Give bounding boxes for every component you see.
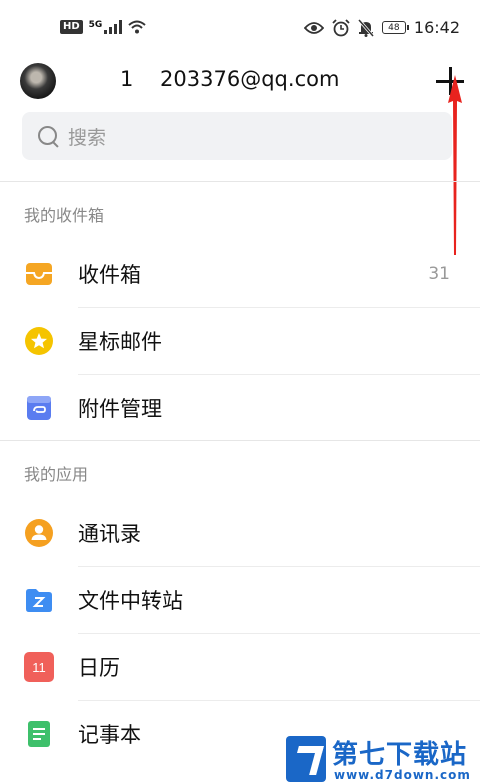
calendar-icon: 11 [24, 652, 54, 682]
avatar[interactable] [20, 63, 56, 99]
star-icon [25, 327, 53, 355]
list-item-file-transfer[interactable]: 文件中转站 [0, 567, 480, 633]
list-item-label: 星标邮件 [78, 330, 162, 354]
unread-count: 31 [428, 264, 450, 284]
signal-icon [104, 20, 123, 34]
list-item-label: 附件管理 [78, 397, 162, 421]
status-bar: HD 5G 48 16:42 [0, 0, 480, 50]
contacts-icon [25, 519, 53, 547]
search-bar[interactable]: 搜索 [22, 112, 452, 160]
inbox-icon [26, 263, 52, 285]
watermark-url: www.d7down.com [334, 768, 471, 782]
hd-icon: HD [60, 20, 83, 34]
search-placeholder: 搜索 [68, 126, 107, 149]
calendar-badge: 11 [32, 659, 46, 675]
account-email[interactable]: 1 203376@qq.com [120, 67, 339, 91]
search-icon [36, 124, 60, 148]
list-item-contacts[interactable]: 通讯录 [0, 500, 480, 566]
status-right: 48 16:42 [303, 18, 460, 37]
list-item-starred[interactable]: 星标邮件 [0, 308, 480, 374]
status-left: HD 5G [60, 20, 146, 34]
watermark-title: 第七下载站 [332, 740, 468, 770]
battery-icon: 48 [381, 21, 409, 34]
list-item-label: 日历 [78, 656, 120, 680]
list-item-label: 记事本 [78, 723, 141, 747]
section-title-inbox: 我的收件箱 [24, 206, 105, 225]
alarm-icon [332, 18, 350, 36]
network-label: 5G [88, 20, 103, 30]
attachment-icon [27, 396, 51, 420]
notebook-icon [28, 721, 50, 747]
watermark: 第七下载站 www.d7down.com [286, 730, 476, 784]
watermark-logo-icon [286, 736, 326, 782]
mute-bell-icon [357, 18, 374, 37]
list-item-label: 文件中转站 [78, 589, 183, 613]
list-item-calendar[interactable]: 11 日历 [0, 634, 480, 700]
list-item-label: 通讯录 [78, 522, 141, 546]
clock: 16:42 [413, 18, 460, 37]
section-title-apps: 我的应用 [24, 465, 89, 484]
wifi-icon [128, 20, 146, 34]
divider [0, 440, 480, 441]
folder-icon [26, 589, 52, 612]
list-item-attachments[interactable]: 附件管理 [0, 375, 480, 441]
list-item-inbox[interactable]: 收件箱 31 [0, 241, 480, 307]
mailbox-header: 1 203376@qq.com [0, 55, 480, 105]
eye-icon [303, 21, 324, 34]
annotation-arrow [448, 75, 462, 255]
divider [0, 181, 480, 182]
list-item-label: 收件箱 [78, 263, 141, 287]
